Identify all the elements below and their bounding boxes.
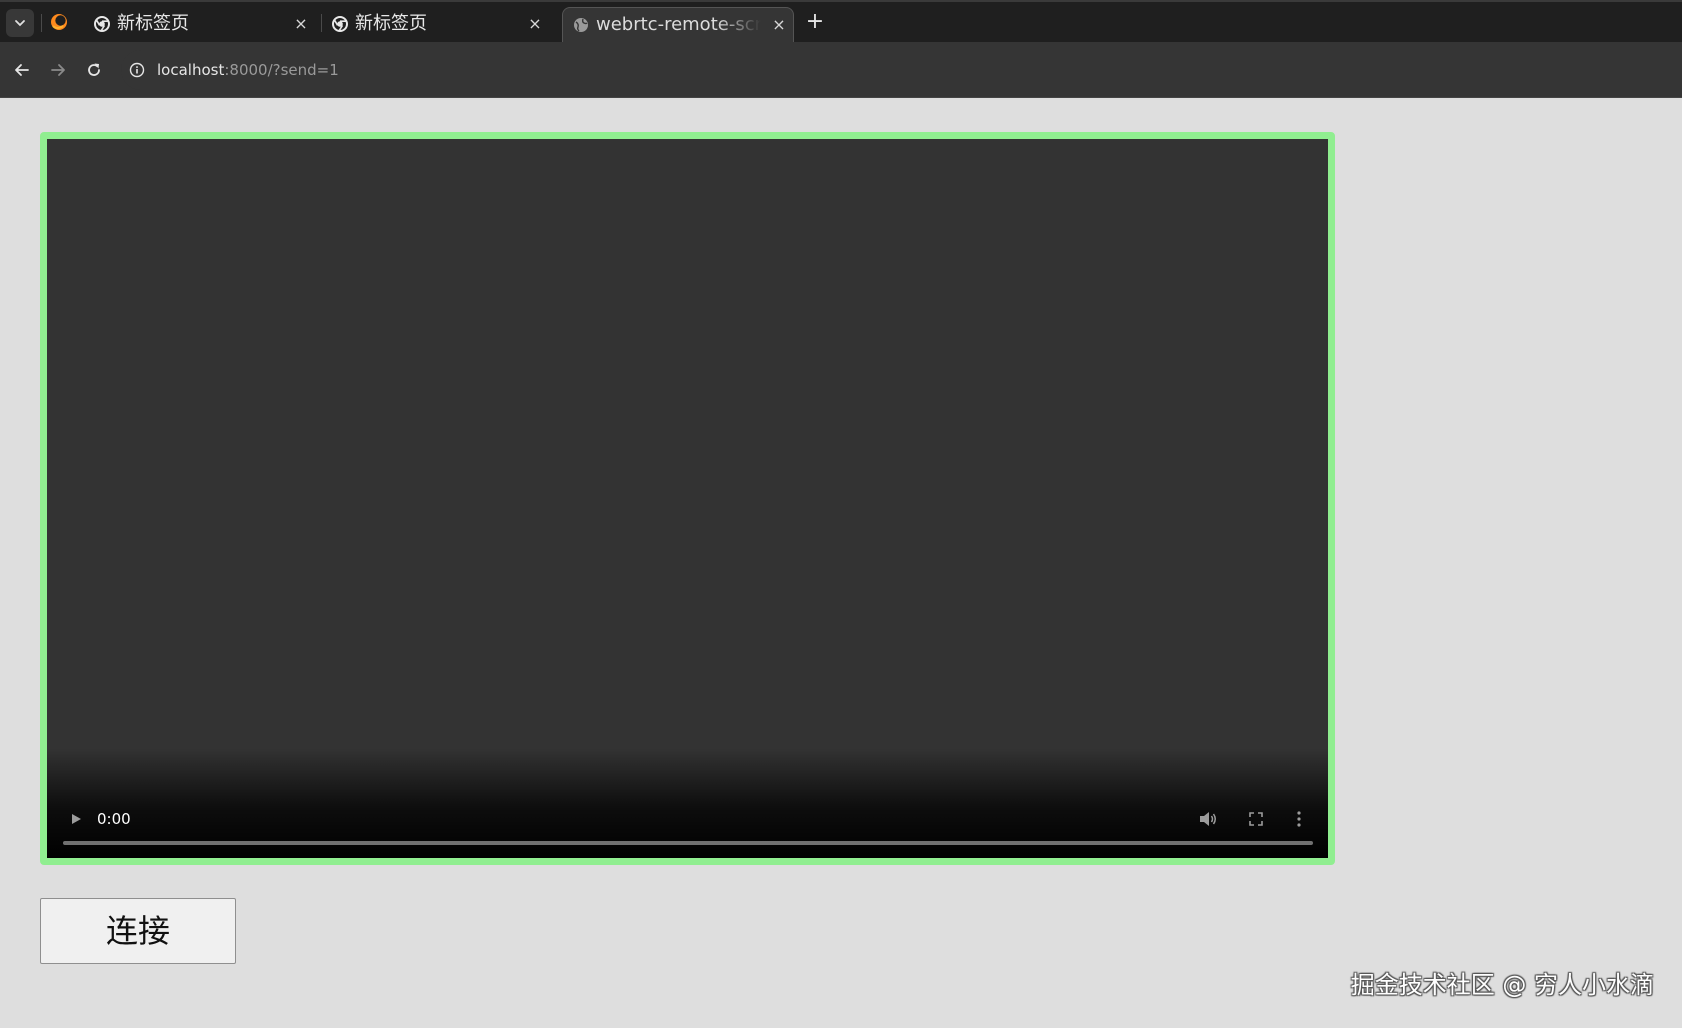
more-vertical-icon[interactable] xyxy=(1295,810,1303,828)
url-text[interactable]: localhost:8000/?send=1 xyxy=(157,60,339,80)
back-arrow-icon[interactable] xyxy=(11,59,33,81)
reload-icon[interactable] xyxy=(83,59,105,81)
forward-arrow-icon[interactable] xyxy=(47,59,69,81)
tab-search-button[interactable] xyxy=(6,9,34,37)
tab-separator xyxy=(41,14,42,32)
tab-title: 新标签页 xyxy=(117,13,189,34)
close-icon[interactable]: × xyxy=(526,15,544,33)
tab-new-tab-2[interactable]: 新标签页 × xyxy=(322,7,554,42)
firefox-icon[interactable] xyxy=(48,11,70,33)
tab-webrtc-remote-screen[interactable]: webrtc-remote-screen × xyxy=(562,7,794,42)
video-progress-bar[interactable] xyxy=(63,841,1313,845)
close-icon[interactable]: × xyxy=(292,15,310,33)
chevron-down-icon xyxy=(15,20,25,27)
navigation-toolbar: localhost:8000/?send=1 xyxy=(0,42,1682,98)
volume-icon[interactable] xyxy=(1198,810,1218,828)
chrome-icon xyxy=(332,16,348,32)
info-icon[interactable] xyxy=(129,62,145,78)
address-bar[interactable]: localhost:8000/?send=1 xyxy=(121,50,1682,90)
tab-title: 新标签页 xyxy=(355,13,427,34)
video-player[interactable]: 0:00 xyxy=(40,132,1335,865)
url-host: localhost xyxy=(157,61,225,79)
tab-new-tab-1[interactable]: 新标签页 × xyxy=(84,7,316,42)
watermark: 掘金技术社区 @ 穷人小水滴 xyxy=(1350,971,1654,999)
tab-bar: 新标签页 × 新标签页 × webrtc-remote-screen × + xyxy=(0,0,1682,42)
play-icon[interactable] xyxy=(69,811,83,827)
chrome-icon xyxy=(94,16,110,32)
video-current-time: 0:00 xyxy=(97,810,131,828)
fullscreen-icon[interactable] xyxy=(1247,810,1265,828)
connect-button[interactable]: 连接 xyxy=(40,898,236,964)
tab-title: webrtc-remote-screen xyxy=(596,14,761,35)
close-icon[interactable]: × xyxy=(770,16,788,34)
url-path: :8000/?send=1 xyxy=(224,61,339,79)
globe-icon xyxy=(574,18,588,32)
plus-icon[interactable]: + xyxy=(804,10,826,34)
